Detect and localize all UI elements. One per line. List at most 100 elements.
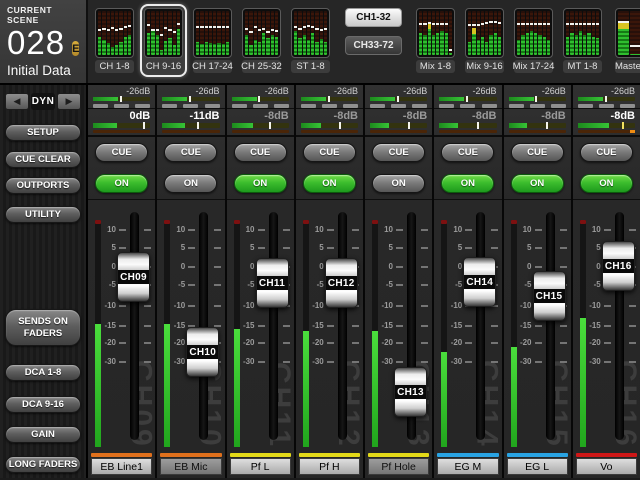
fader-level-value: -8dB bbox=[232, 110, 289, 122]
channel-name-zone: Pf L bbox=[227, 451, 294, 477]
cue-button[interactable]: CUE bbox=[303, 143, 356, 162]
cue-button[interactable]: CUE bbox=[441, 143, 494, 162]
tab-mix-1-8[interactable]: Mix 1-8 bbox=[412, 4, 459, 77]
outports-button[interactable]: OUTPORTS bbox=[5, 177, 81, 194]
fader-cap[interactable]: CH14 bbox=[463, 257, 496, 307]
cue-button[interactable]: CUE bbox=[95, 143, 148, 162]
main-area: ◀ DYN ▶ SETUPCUE CLEAROUTPORTSUTILITYSEN… bbox=[0, 85, 640, 478]
fader-cap[interactable]: CH15 bbox=[533, 271, 566, 321]
dca-1-8-button[interactable]: DCA 1-8 bbox=[5, 364, 81, 381]
fader-position-mark bbox=[205, 26, 208, 28]
on-button[interactable]: ON bbox=[164, 174, 217, 193]
level-section: -8dB bbox=[365, 109, 432, 137]
dca-9-16-button[interactable]: DCA 9-16 bbox=[5, 396, 81, 413]
peak-indicator bbox=[303, 220, 309, 224]
fader-scale-number: -30 bbox=[296, 357, 324, 366]
channel-meter bbox=[580, 220, 586, 447]
channel-name-label[interactable]: Pf H bbox=[299, 458, 360, 475]
fader-position-mark bbox=[147, 24, 150, 26]
sends-on-faders-button[interactable]: SENDS ON FADERS bbox=[5, 309, 81, 346]
on-button[interactable]: ON bbox=[441, 174, 494, 193]
prev-parameter-button[interactable]: ◀ bbox=[5, 93, 29, 110]
tab-ch-9-16[interactable]: CH 9-16 bbox=[140, 4, 187, 77]
on-button[interactable]: ON bbox=[372, 174, 425, 193]
channel-name-label[interactable]: EG M bbox=[437, 458, 498, 475]
fader-scale-number: -10 bbox=[88, 301, 116, 310]
channel-name-label[interactable]: Vo bbox=[576, 458, 637, 475]
tab-ch-25-32[interactable]: CH 25-32 bbox=[238, 4, 285, 77]
next-parameter-button[interactable]: ▶ bbox=[57, 93, 81, 110]
fader-scale-number: -10 bbox=[365, 301, 393, 310]
tab-ch-17-24[interactable]: CH 17-24 bbox=[189, 4, 236, 77]
tab-master[interactable]: Master bbox=[611, 4, 640, 77]
channel-name-label[interactable]: EG L bbox=[507, 458, 568, 475]
level-meter-fill bbox=[439, 123, 458, 128]
dyn-meter bbox=[162, 97, 219, 101]
tab-mix-17-24[interactable]: Mix 17-24 bbox=[510, 4, 557, 77]
mini-meter-bar bbox=[498, 11, 501, 55]
cue-row: CUE bbox=[504, 137, 571, 167]
on-button[interactable]: ON bbox=[511, 174, 564, 193]
level-section: 0dB bbox=[88, 109, 155, 137]
fader-cap[interactable]: CH13 bbox=[394, 367, 427, 417]
mini-meter-fill bbox=[258, 42, 261, 55]
scene-name: Initial Data bbox=[7, 63, 79, 78]
dyn-indicator-segment bbox=[253, 104, 268, 108]
cue-button[interactable]: CUE bbox=[511, 143, 564, 162]
cue-clear-button[interactable]: CUE CLEAR bbox=[5, 151, 81, 168]
fader-cap[interactable]: CH09 bbox=[117, 252, 150, 302]
fader-scale-number: 5 bbox=[88, 243, 116, 252]
on-button[interactable]: ON bbox=[234, 174, 287, 193]
channel-name-label[interactable]: Pf L bbox=[230, 458, 291, 475]
tab-mix-9-16[interactable]: Mix 9-16 bbox=[461, 4, 508, 77]
channel-name-label[interactable]: EB Line1 bbox=[91, 458, 152, 475]
cue-row: CUE bbox=[157, 137, 224, 167]
cue-button[interactable]: CUE bbox=[580, 143, 633, 162]
on-button[interactable]: ON bbox=[303, 174, 356, 193]
fader-position-mark bbox=[298, 28, 301, 30]
fader-position-mark bbox=[468, 24, 471, 26]
utility-button[interactable]: UTILITY bbox=[5, 206, 81, 223]
long-faders-button[interactable]: LONG FADERS bbox=[5, 456, 81, 473]
fader-cap[interactable]: CH11 bbox=[256, 258, 289, 308]
dyn-indicator-segments bbox=[370, 104, 427, 108]
mini-meter-fill bbox=[173, 45, 176, 55]
tab-st-1-8[interactable]: ST 1-8 bbox=[287, 4, 334, 77]
fader-position-mark bbox=[517, 23, 520, 25]
mini-meter-fill bbox=[440, 31, 443, 55]
level-meter bbox=[370, 123, 427, 128]
fader-position-mark bbox=[303, 26, 306, 28]
fader-scale-number: -10 bbox=[573, 301, 601, 310]
channel-name-label[interactable]: Pf Hole bbox=[368, 458, 429, 475]
fader-scale-dash bbox=[214, 305, 221, 307]
on-button[interactable]: ON bbox=[95, 174, 148, 193]
cue-button[interactable]: CUE bbox=[234, 143, 287, 162]
fader-zone: CH111050-5-10-15-20-30CH11 bbox=[227, 200, 294, 451]
fader-position-mark bbox=[472, 24, 475, 26]
cue-button[interactable]: CUE bbox=[164, 143, 217, 162]
fader-position-mark bbox=[173, 31, 176, 33]
fader-cap[interactable]: CH10 bbox=[186, 327, 219, 377]
fader-cap[interactable]: CH16 bbox=[602, 241, 635, 291]
tab-ch-1-8[interactable]: CH 1-8 bbox=[91, 4, 138, 77]
on-button[interactable]: ON bbox=[580, 174, 633, 193]
bank-button-ch33-72[interactable]: CH33-72 bbox=[345, 36, 402, 55]
gain-button[interactable]: GAIN bbox=[5, 426, 81, 443]
setup-button[interactable]: SETUP bbox=[5, 124, 81, 141]
cue-row: CUE bbox=[88, 137, 155, 167]
fader-cap-label: CH14 bbox=[464, 275, 495, 289]
level-section: -8dB bbox=[434, 109, 501, 137]
fader-scale-number: 10 bbox=[296, 225, 324, 234]
fader-position-mark bbox=[432, 23, 435, 25]
mini-meter-bar bbox=[587, 11, 590, 55]
tab-mt-1-8[interactable]: MT 1-8 bbox=[559, 4, 606, 77]
fader-cap[interactable]: CH12 bbox=[325, 258, 358, 308]
cue-button[interactable]: CUE bbox=[372, 143, 425, 162]
channel-strip-ch09: -26dB0dBCUEONCH091050-5-10-15-20-30CH09E… bbox=[88, 85, 155, 478]
channel-name-zone: EG L bbox=[504, 451, 571, 477]
level-meter bbox=[578, 123, 635, 128]
tab-meter-panel bbox=[95, 8, 134, 58]
mini-meter-bar bbox=[107, 11, 110, 55]
channel-name-label[interactable]: EB Mic bbox=[160, 458, 221, 475]
bank-button-ch1-32[interactable]: CH1-32 bbox=[345, 8, 402, 27]
